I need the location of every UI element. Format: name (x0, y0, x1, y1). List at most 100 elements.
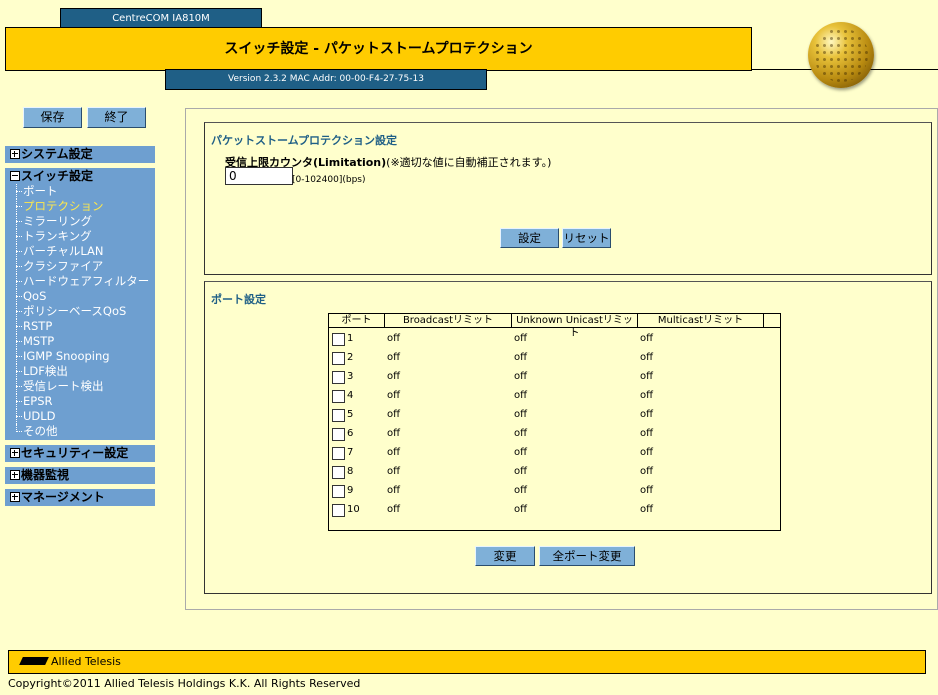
port-number: 6 (347, 428, 354, 439)
port-checkbox[interactable] (332, 485, 345, 498)
broadcast-limit: off (387, 466, 401, 477)
sidebar-item[interactable]: バーチャルLAN (13, 244, 104, 259)
sidebar-item-label: MSTP (23, 334, 55, 348)
unicast-limit: off (514, 409, 528, 420)
change-button[interactable]: 変更 (475, 546, 535, 566)
limit-input[interactable]: 0 (225, 167, 293, 185)
tree-line-icon (13, 274, 23, 289)
port-number: 4 (347, 390, 354, 401)
nav-section-security[interactable]: セキュリティー設定 (5, 445, 155, 462)
tree-line-icon (13, 199, 23, 214)
sidebar-item[interactable]: IGMP Snooping (13, 349, 110, 364)
unicast-limit: off (514, 504, 528, 515)
table-header: ポート Broadcastリミット Unknown Unicastリミット Mu… (329, 314, 780, 339)
sidebar-item-label: LDF検出 (23, 364, 68, 378)
column-header-port: ポート (329, 314, 385, 327)
multicast-limit: off (640, 447, 654, 458)
sidebar-item[interactable]: EPSR (13, 394, 53, 409)
nav-section-label: 機器監視 (21, 468, 70, 482)
table-row: 6 off off off (329, 424, 780, 443)
exit-button[interactable]: 終了 (87, 107, 146, 128)
sidebar-item-label: その他 (23, 424, 58, 438)
port-checkbox[interactable] (332, 390, 345, 403)
sidebar-item[interactable]: MSTP (13, 334, 54, 349)
port-checkbox[interactable] (332, 447, 345, 460)
unicast-limit: off (514, 333, 528, 344)
sidebar-item[interactable]: 受信レート検出 (13, 379, 104, 394)
nav-section-management[interactable]: マネージメント (5, 489, 155, 506)
change-all-ports-button[interactable]: 全ポート変更 (539, 546, 635, 566)
set-button[interactable]: 設定 (500, 228, 559, 248)
broadcast-limit: off (387, 390, 401, 401)
sidebar-item-label: IGMP Snooping (23, 349, 110, 363)
table-row: 1 off off off (329, 329, 780, 348)
sidebar-item[interactable]: UDLD (13, 409, 56, 424)
port-checkbox[interactable] (332, 333, 345, 346)
tree-line-icon (13, 349, 23, 364)
multicast-limit: off (640, 333, 654, 344)
tree-line-icon (13, 184, 23, 199)
reset-button[interactable]: リセット (562, 228, 611, 248)
model-tab: CentreCOM IA810M (60, 8, 262, 28)
tree-line-icon (13, 424, 23, 439)
port-number: 5 (347, 409, 354, 420)
sidebar-item-label: ハードウェアフィルター (23, 274, 150, 288)
tree-line-icon (13, 379, 23, 394)
nav-section-label: マネージメント (21, 490, 105, 504)
nav-section-label: セキュリティー設定 (21, 446, 129, 460)
multicast-limit: off (640, 466, 654, 477)
unicast-limit: off (514, 428, 528, 439)
nav-section-switch[interactable]: スイッチ設定 (5, 168, 155, 185)
port-number: 8 (347, 466, 354, 477)
tree-line-icon (13, 214, 23, 229)
sidebar-item[interactable]: LDF検出 (13, 364, 68, 379)
table-row: 4 off off off (329, 386, 780, 405)
port-checkbox[interactable] (332, 466, 345, 479)
sidebar-item[interactable]: ポリシーベースQoS (13, 304, 126, 319)
broadcast-limit: off (387, 409, 401, 420)
sidebar-item-label: 受信レート検出 (23, 379, 104, 393)
sidebar-item-label: クラシファイア (23, 259, 104, 273)
footer-logo-text: Allied Telesis (51, 655, 121, 668)
globe-logo-icon (808, 22, 874, 88)
port-checkbox[interactable] (332, 409, 345, 422)
save-button[interactable]: 保存 (23, 107, 82, 128)
sidebar-item-label: ミラーリング (23, 214, 92, 228)
sidebar-item-label: EPSR (23, 394, 53, 408)
port-checkbox[interactable] (332, 371, 345, 384)
nav-section-monitor[interactable]: 機器監視 (5, 467, 155, 484)
sidebar-item[interactable]: RSTP (13, 319, 52, 334)
limit-range: [0-102400](bps) (292, 175, 366, 185)
sidebar-item-label: RSTP (23, 319, 53, 333)
port-checkbox[interactable] (332, 352, 345, 365)
sidebar-item[interactable]: ミラーリング (13, 214, 92, 229)
column-header-multicast: Multicastリミット (638, 314, 764, 327)
table-row: 5 off off off (329, 405, 780, 424)
column-header-broadcast: Broadcastリミット (385, 314, 512, 327)
footer-bar: Allied Telesis (8, 650, 926, 674)
company-logo-icon (19, 657, 49, 665)
expand-icon (10, 492, 20, 502)
table-row: 10 off off off (329, 500, 780, 519)
table-row: 9 off off off (329, 481, 780, 500)
nav-section-system[interactable]: システム設定 (5, 146, 155, 163)
sidebar-item[interactable]: ハードウェアフィルター (13, 274, 149, 289)
unicast-limit: off (514, 466, 528, 477)
allied-telesis-logo: Allied Telesis (19, 652, 121, 672)
sidebar-item[interactable]: クラシファイア (13, 259, 103, 274)
sidebar-item[interactable]: プロテクション (13, 199, 104, 214)
sidebar-item[interactable]: その他 (13, 424, 58, 439)
sidebar-item-label: ポート (23, 184, 58, 198)
tree-line-icon (13, 364, 23, 379)
sidebar-item[interactable]: トランキング (13, 229, 92, 244)
expand-icon (10, 149, 20, 159)
port-table: ポート Broadcastリミット Unknown Unicastリミット Mu… (328, 313, 781, 531)
port-checkbox[interactable] (332, 504, 345, 517)
port-number: 2 (347, 352, 354, 363)
sidebar-item[interactable]: QoS (13, 289, 46, 304)
sidebar-item[interactable]: ポート (13, 184, 58, 199)
port-settings-section: ポート設定 ポート Broadcastリミット Unknown Unicastリ… (204, 281, 932, 594)
port-checkbox[interactable] (332, 428, 345, 441)
unicast-limit: off (514, 390, 528, 401)
table-row: 2 off off off (329, 348, 780, 367)
